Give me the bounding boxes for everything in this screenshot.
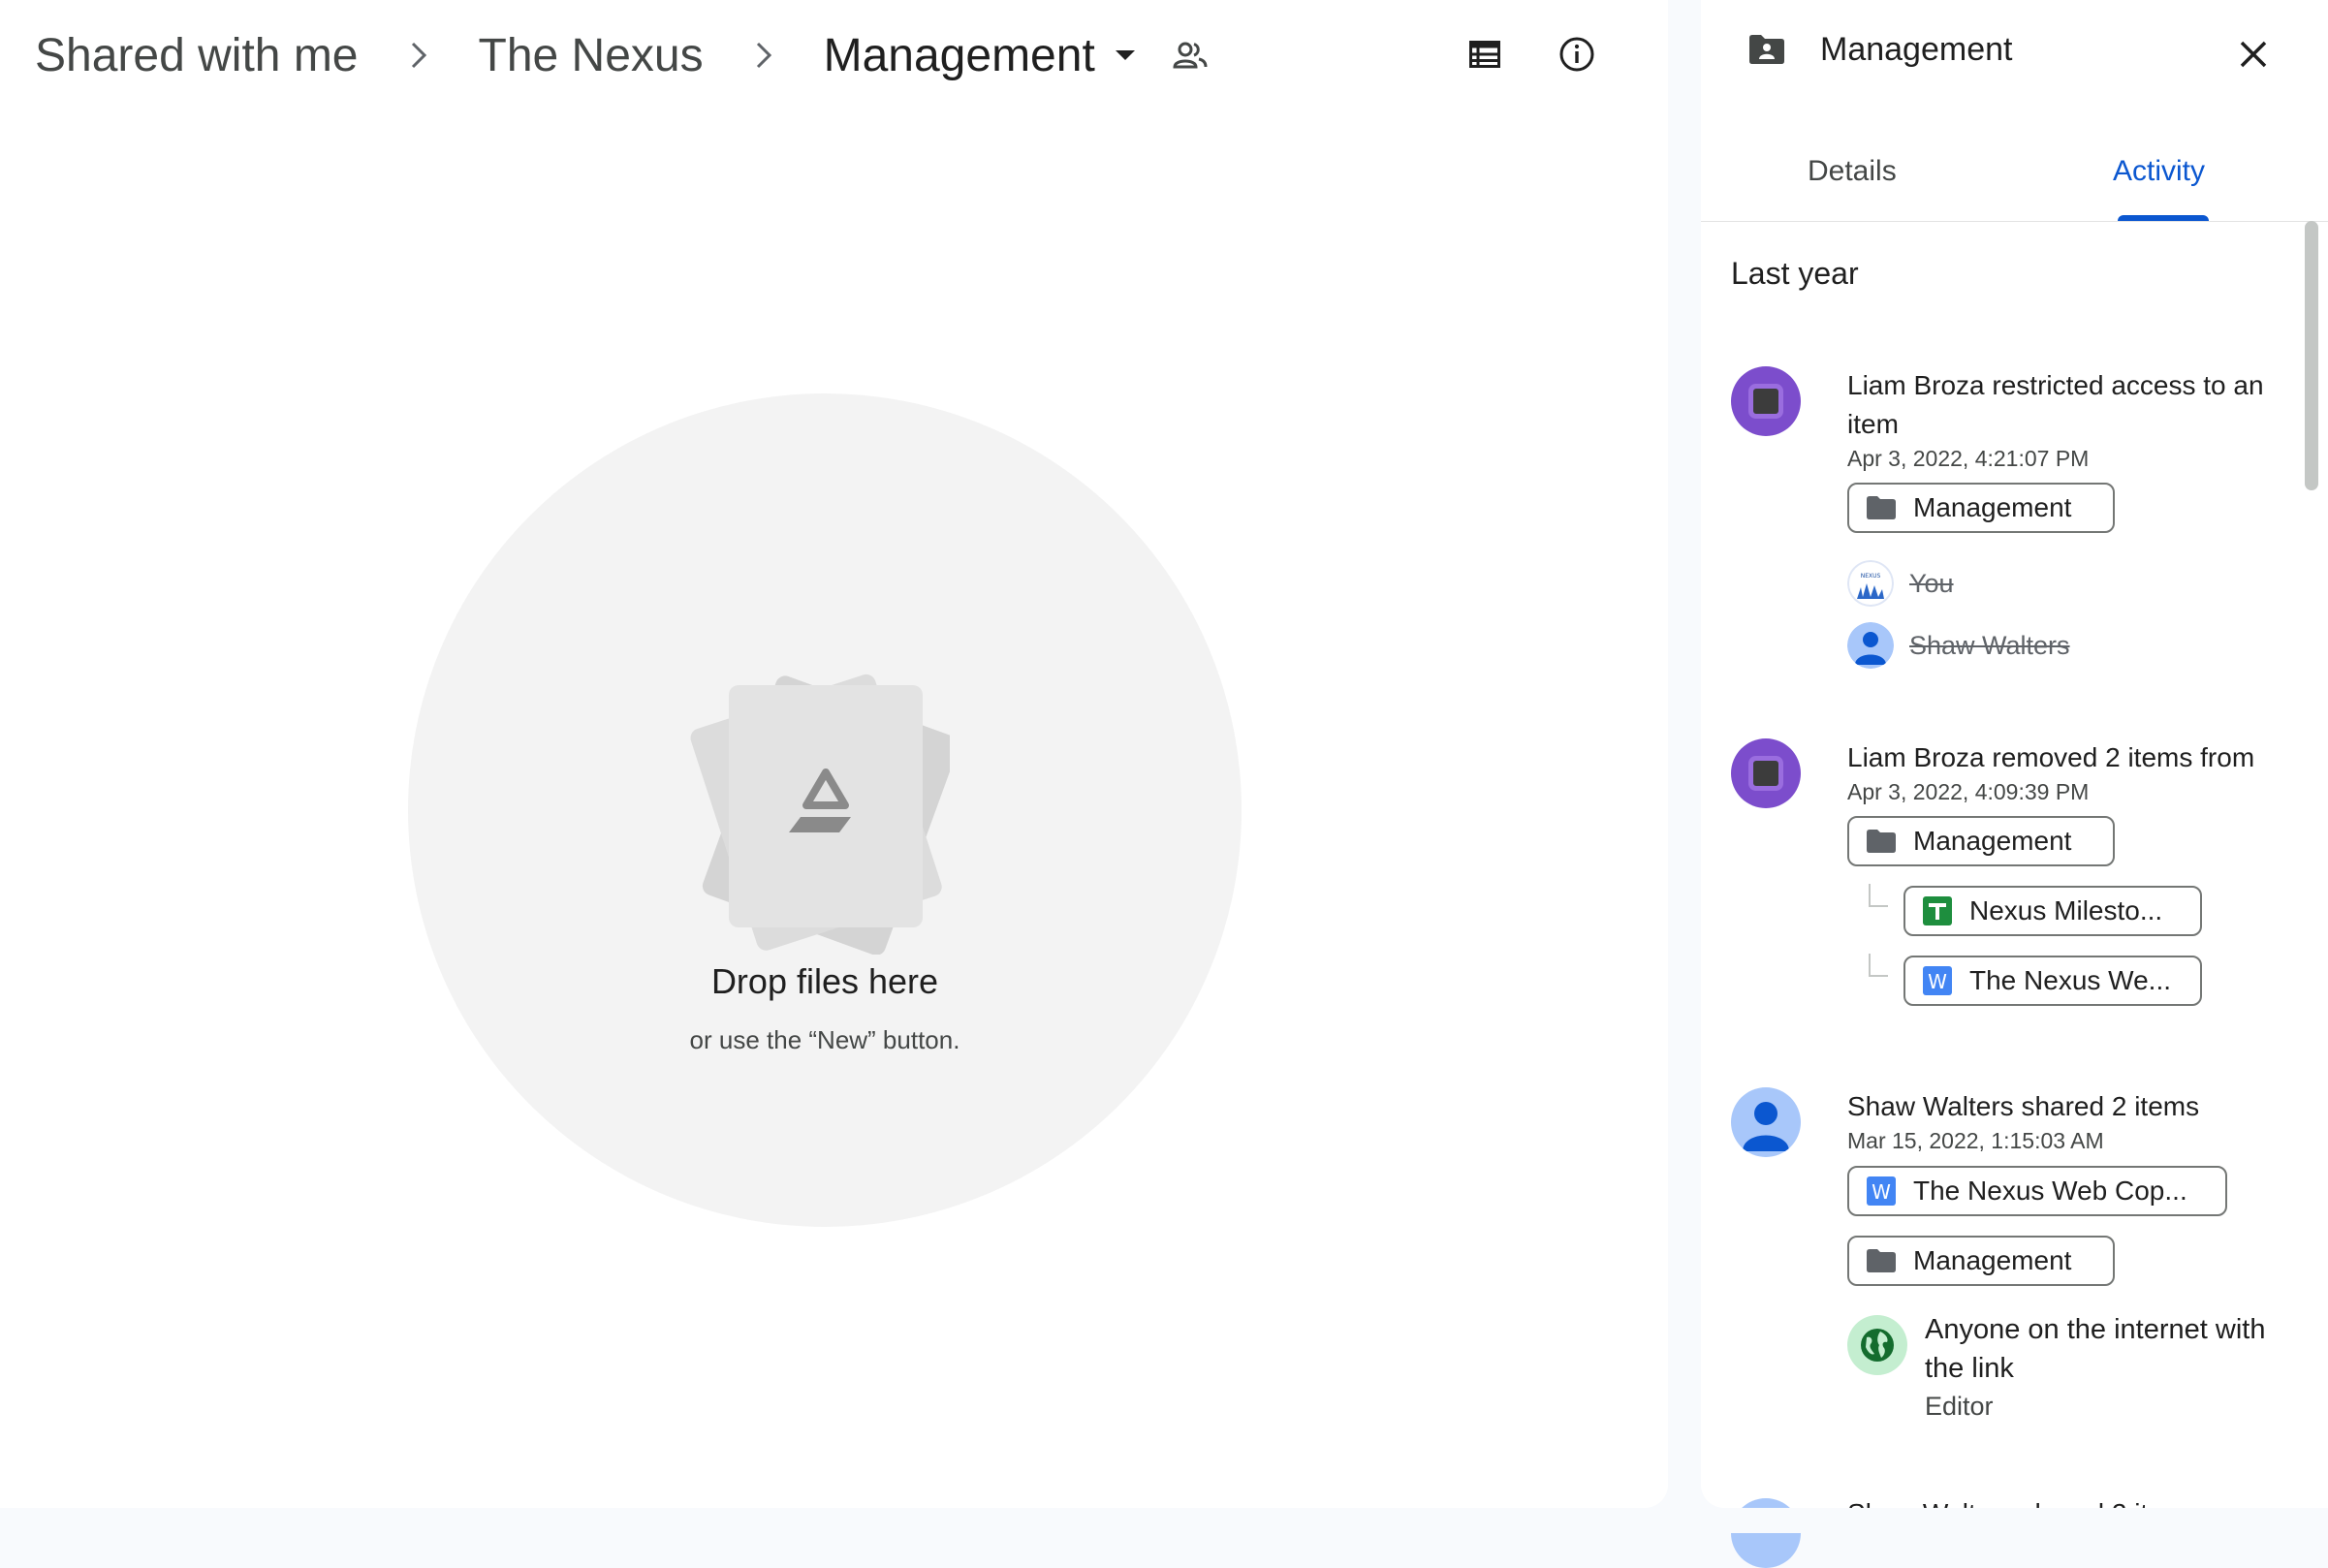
breadcrumb-management[interactable]: Management	[824, 29, 1095, 82]
tree-connector	[1869, 954, 1888, 977]
svg-text:NEXUS: NEXUS	[1861, 573, 1881, 580]
item-chip-nexus-milestones[interactable]: Nexus Milesto...	[1903, 886, 2202, 936]
caret-down-icon[interactable]	[1115, 48, 1136, 62]
list-view-button[interactable]	[1458, 27, 1512, 81]
active-tab-indicator	[2118, 215, 2209, 221]
folder-icon	[1867, 830, 1896, 853]
panel-header: Management	[1701, 0, 2328, 107]
activity-text: Liam Broza removed 2 items from	[1847, 742, 2255, 772]
shared-folder-icon	[1749, 35, 1784, 69]
chevron-right-icon	[409, 40, 428, 71]
avatar-liam-broza	[1731, 738, 1801, 808]
panel-scrollbar[interactable]	[2305, 221, 2318, 490]
breadcrumb: Shared with me The Nexus Management	[35, 21, 1208, 89]
drive-files-illustration	[678, 654, 960, 959]
item-chip-management[interactable]: Management	[1847, 1236, 2115, 1286]
drop-files-title: Drop files here	[710, 961, 939, 1001]
link-role: Editor	[1925, 1392, 1994, 1421]
breadcrumb-the-nexus[interactable]: The Nexus	[479, 29, 704, 82]
close-icon	[2240, 41, 2267, 68]
svg-text:W: W	[1928, 970, 1947, 993]
item-chip-the-nexus-web-copy[interactable]: W The Nexus Web Cop...	[1847, 1166, 2227, 1216]
panel-title: Management	[1820, 31, 2013, 68]
removed-person-you: NEXUS You	[1847, 560, 1954, 607]
info-icon	[1559, 37, 1594, 72]
breadcrumb-shared-with-me[interactable]: Shared with me	[35, 29, 359, 82]
list-view-icon	[1469, 41, 1500, 68]
main-content: Shared with me The Nexus Management Drop	[0, 0, 1668, 1508]
tab-activity[interactable]: Activity	[2113, 155, 2205, 188]
activity-text: Shaw Walters shared 2 items	[1847, 1091, 2200, 1121]
removed-person-shaw-walters: Shaw Walters	[1847, 622, 2070, 669]
panel-tabs: Details Activity	[1701, 136, 2328, 222]
avatar-liam-broza	[1731, 366, 1801, 436]
avatar-shaw-walters	[1731, 1087, 1801, 1157]
shared-people-icon[interactable]	[1173, 41, 1208, 70]
item-chip-management[interactable]: Management	[1847, 483, 2115, 533]
activity-timestamp: Mar 15, 2022, 1:15:03 AM	[1847, 1128, 2104, 1153]
avatar-shaw-walters	[1847, 622, 1894, 669]
folder-icon	[1867, 1249, 1896, 1272]
item-chip-the-nexus-doc[interactable]: W The Nexus We...	[1903, 956, 2202, 1006]
activity-timestamp: Apr 3, 2022, 4:21:07 PM	[1847, 446, 2090, 471]
info-button[interactable]	[1550, 27, 1604, 81]
tab-details[interactable]: Details	[1808, 155, 1897, 188]
link-audience: Anyone on the internet with the link	[1925, 1314, 2266, 1384]
avatar-you: NEXUS	[1847, 560, 1894, 607]
folder-icon	[1867, 496, 1896, 519]
tree-connector	[1869, 884, 1888, 907]
sheets-icon	[1923, 896, 1952, 925]
close-button[interactable]	[2224, 25, 2282, 83]
chevron-right-icon	[754, 40, 773, 71]
docs-icon: W	[1867, 1176, 1896, 1206]
drop-files-subtitle: or use the “New” button.	[689, 1025, 960, 1054]
section-heading: Last year	[1731, 256, 1859, 291]
activity-timestamp: Apr 3, 2022, 4:09:39 PM	[1847, 779, 2090, 804]
item-chip-management[interactable]: Management	[1847, 816, 2115, 866]
activity-text: Liam Broza restricted access to an item	[1847, 370, 2264, 439]
svg-text:W: W	[1872, 1180, 1891, 1204]
window-bottom-edge	[0, 1508, 2328, 1533]
globe-icon	[1847, 1315, 1907, 1375]
docs-icon: W	[1923, 966, 1952, 995]
